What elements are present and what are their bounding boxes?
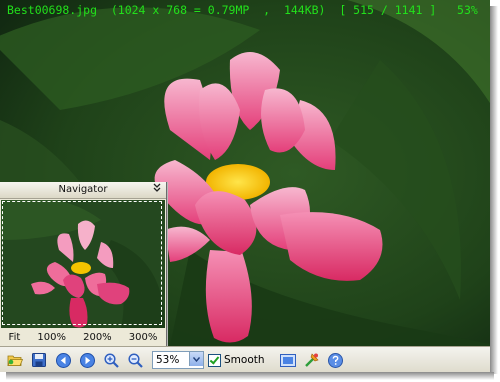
zoom-level-select[interactable]: 53%: [152, 351, 204, 369]
smooth-checkbox-box[interactable]: [208, 353, 221, 367]
image-viewer-window: Best00698.jpg (1024 x 768 = 0.79MP , 144…: [0, 0, 490, 372]
window-shadow-right: [490, 6, 498, 374]
chevron-down-icon[interactable]: [189, 352, 203, 366]
navigator-panel: Navigator Fit 100% 200% 300%: [0, 182, 167, 346]
save-icon[interactable]: [30, 351, 48, 369]
double-chevron-down-icon[interactable]: [153, 182, 161, 198]
navigator-preview[interactable]: [1, 200, 165, 328]
navigator-title-bar[interactable]: Navigator: [0, 182, 166, 199]
navigator-viewport-frame[interactable]: [2, 201, 162, 325]
image-info-bar: Best00698.jpg (1024 x 768 = 0.79MP , 144…: [7, 3, 478, 17]
bottom-toolbar: 53% Smooth: [0, 346, 490, 372]
smooth-label: Smooth: [224, 354, 265, 366]
tools-icon[interactable]: [303, 351, 321, 369]
next-icon[interactable]: [78, 351, 96, 369]
zoom-200-link[interactable]: 200%: [83, 332, 112, 343]
zoom-in-icon[interactable]: [102, 351, 120, 369]
zoom-level-value: 53%: [156, 354, 180, 366]
previous-icon[interactable]: [54, 351, 72, 369]
zoom-fit-link[interactable]: Fit: [9, 332, 21, 343]
navigator-title: Navigator: [58, 184, 108, 195]
window-shadow-bottom: [6, 372, 494, 380]
smooth-checkbox[interactable]: Smooth: [208, 353, 265, 367]
fullscreen-icon[interactable]: [279, 351, 297, 369]
help-icon[interactable]: [327, 351, 345, 369]
zoom-100-link[interactable]: 100%: [37, 332, 66, 343]
zoom-300-link[interactable]: 300%: [129, 332, 158, 343]
zoom-out-icon[interactable]: [126, 351, 144, 369]
open-folder-icon[interactable]: [6, 351, 24, 369]
navigator-zoom-links: Fit 100% 200% 300%: [0, 329, 166, 346]
